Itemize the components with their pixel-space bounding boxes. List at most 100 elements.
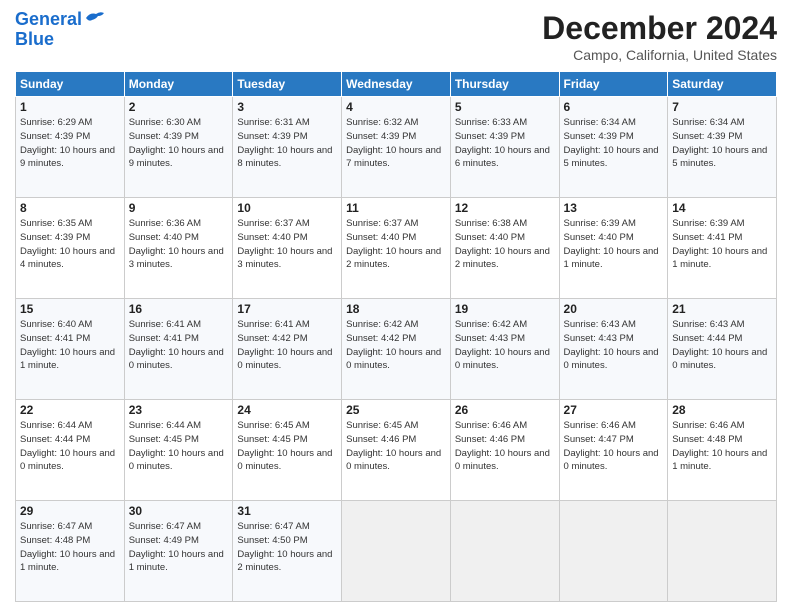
calendar-cell bbox=[559, 501, 668, 602]
day-info: Sunrise: 6:32 AMSunset: 4:39 PMDaylight:… bbox=[346, 117, 441, 169]
page: General Blue December 2024 Campo, Califo… bbox=[0, 0, 792, 612]
day-number: 22 bbox=[20, 403, 120, 417]
calendar-cell: 21 Sunrise: 6:43 AMSunset: 4:44 PMDaylig… bbox=[668, 299, 777, 400]
day-info: Sunrise: 6:44 AMSunset: 4:44 PMDaylight:… bbox=[20, 420, 115, 472]
day-info: Sunrise: 6:47 AMSunset: 4:50 PMDaylight:… bbox=[237, 521, 332, 573]
day-number: 29 bbox=[20, 504, 120, 518]
day-number: 13 bbox=[564, 201, 664, 215]
calendar-cell: 24 Sunrise: 6:45 AMSunset: 4:45 PMDaylig… bbox=[233, 400, 342, 501]
day-number: 21 bbox=[672, 302, 772, 316]
day-number: 12 bbox=[455, 201, 555, 215]
day-info: Sunrise: 6:40 AMSunset: 4:41 PMDaylight:… bbox=[20, 319, 115, 371]
day-number: 26 bbox=[455, 403, 555, 417]
logo-text: General bbox=[15, 10, 82, 30]
day-info: Sunrise: 6:39 AMSunset: 4:41 PMDaylight:… bbox=[672, 218, 767, 270]
title-block: December 2024 Campo, California, United … bbox=[542, 10, 777, 63]
day-number: 16 bbox=[129, 302, 229, 316]
day-number: 2 bbox=[129, 100, 229, 114]
calendar-week-row: 15 Sunrise: 6:40 AMSunset: 4:41 PMDaylig… bbox=[16, 299, 777, 400]
calendar-cell: 27 Sunrise: 6:46 AMSunset: 4:47 PMDaylig… bbox=[559, 400, 668, 501]
day-info: Sunrise: 6:34 AMSunset: 4:39 PMDaylight:… bbox=[564, 117, 659, 169]
day-number: 10 bbox=[237, 201, 337, 215]
calendar-cell: 15 Sunrise: 6:40 AMSunset: 4:41 PMDaylig… bbox=[16, 299, 125, 400]
day-info: Sunrise: 6:38 AMSunset: 4:40 PMDaylight:… bbox=[455, 218, 550, 270]
logo-text-blue: Blue bbox=[15, 30, 54, 50]
col-tuesday: Tuesday bbox=[233, 72, 342, 97]
calendar-cell: 29 Sunrise: 6:47 AMSunset: 4:48 PMDaylig… bbox=[16, 501, 125, 602]
calendar-cell bbox=[342, 501, 451, 602]
calendar-week-row: 1 Sunrise: 6:29 AMSunset: 4:39 PMDayligh… bbox=[16, 97, 777, 198]
calendar-table: Sunday Monday Tuesday Wednesday Thursday… bbox=[15, 71, 777, 602]
calendar-cell: 18 Sunrise: 6:42 AMSunset: 4:42 PMDaylig… bbox=[342, 299, 451, 400]
day-info: Sunrise: 6:37 AMSunset: 4:40 PMDaylight:… bbox=[346, 218, 441, 270]
bird-icon bbox=[84, 10, 106, 26]
day-number: 30 bbox=[129, 504, 229, 518]
calendar-cell: 26 Sunrise: 6:46 AMSunset: 4:46 PMDaylig… bbox=[450, 400, 559, 501]
col-thursday: Thursday bbox=[450, 72, 559, 97]
day-number: 7 bbox=[672, 100, 772, 114]
day-number: 15 bbox=[20, 302, 120, 316]
day-info: Sunrise: 6:46 AMSunset: 4:47 PMDaylight:… bbox=[564, 420, 659, 472]
day-info: Sunrise: 6:31 AMSunset: 4:39 PMDaylight:… bbox=[237, 117, 332, 169]
day-number: 18 bbox=[346, 302, 446, 316]
calendar-cell: 9 Sunrise: 6:36 AMSunset: 4:40 PMDayligh… bbox=[124, 198, 233, 299]
col-sunday: Sunday bbox=[16, 72, 125, 97]
col-monday: Monday bbox=[124, 72, 233, 97]
calendar-cell: 7 Sunrise: 6:34 AMSunset: 4:39 PMDayligh… bbox=[668, 97, 777, 198]
day-number: 25 bbox=[346, 403, 446, 417]
day-info: Sunrise: 6:45 AMSunset: 4:46 PMDaylight:… bbox=[346, 420, 441, 472]
calendar-header-row: Sunday Monday Tuesday Wednesday Thursday… bbox=[16, 72, 777, 97]
day-info: Sunrise: 6:46 AMSunset: 4:46 PMDaylight:… bbox=[455, 420, 550, 472]
day-number: 8 bbox=[20, 201, 120, 215]
calendar-cell: 2 Sunrise: 6:30 AMSunset: 4:39 PMDayligh… bbox=[124, 97, 233, 198]
col-wednesday: Wednesday bbox=[342, 72, 451, 97]
day-info: Sunrise: 6:44 AMSunset: 4:45 PMDaylight:… bbox=[129, 420, 224, 472]
day-number: 6 bbox=[564, 100, 664, 114]
calendar-cell bbox=[450, 501, 559, 602]
day-info: Sunrise: 6:34 AMSunset: 4:39 PMDaylight:… bbox=[672, 117, 767, 169]
calendar-cell: 25 Sunrise: 6:45 AMSunset: 4:46 PMDaylig… bbox=[342, 400, 451, 501]
day-number: 9 bbox=[129, 201, 229, 215]
day-info: Sunrise: 6:37 AMSunset: 4:40 PMDaylight:… bbox=[237, 218, 332, 270]
day-info: Sunrise: 6:43 AMSunset: 4:44 PMDaylight:… bbox=[672, 319, 767, 371]
calendar-cell: 13 Sunrise: 6:39 AMSunset: 4:40 PMDaylig… bbox=[559, 198, 668, 299]
day-info: Sunrise: 6:41 AMSunset: 4:42 PMDaylight:… bbox=[237, 319, 332, 371]
calendar-cell: 4 Sunrise: 6:32 AMSunset: 4:39 PMDayligh… bbox=[342, 97, 451, 198]
calendar-cell: 19 Sunrise: 6:42 AMSunset: 4:43 PMDaylig… bbox=[450, 299, 559, 400]
calendar-cell: 12 Sunrise: 6:38 AMSunset: 4:40 PMDaylig… bbox=[450, 198, 559, 299]
day-number: 31 bbox=[237, 504, 337, 518]
day-number: 4 bbox=[346, 100, 446, 114]
calendar-cell: 28 Sunrise: 6:46 AMSunset: 4:48 PMDaylig… bbox=[668, 400, 777, 501]
day-number: 27 bbox=[564, 403, 664, 417]
day-info: Sunrise: 6:30 AMSunset: 4:39 PMDaylight:… bbox=[129, 117, 224, 169]
day-number: 23 bbox=[129, 403, 229, 417]
header: General Blue December 2024 Campo, Califo… bbox=[15, 10, 777, 63]
day-info: Sunrise: 6:36 AMSunset: 4:40 PMDaylight:… bbox=[129, 218, 224, 270]
calendar-cell: 5 Sunrise: 6:33 AMSunset: 4:39 PMDayligh… bbox=[450, 97, 559, 198]
calendar-week-row: 29 Sunrise: 6:47 AMSunset: 4:48 PMDaylig… bbox=[16, 501, 777, 602]
day-info: Sunrise: 6:39 AMSunset: 4:40 PMDaylight:… bbox=[564, 218, 659, 270]
day-number: 11 bbox=[346, 201, 446, 215]
calendar-cell bbox=[668, 501, 777, 602]
month-title: December 2024 bbox=[542, 10, 777, 47]
day-info: Sunrise: 6:35 AMSunset: 4:39 PMDaylight:… bbox=[20, 218, 115, 270]
day-info: Sunrise: 6:46 AMSunset: 4:48 PMDaylight:… bbox=[672, 420, 767, 472]
day-info: Sunrise: 6:47 AMSunset: 4:48 PMDaylight:… bbox=[20, 521, 115, 573]
day-info: Sunrise: 6:29 AMSunset: 4:39 PMDaylight:… bbox=[20, 117, 115, 169]
calendar-week-row: 22 Sunrise: 6:44 AMSunset: 4:44 PMDaylig… bbox=[16, 400, 777, 501]
day-info: Sunrise: 6:43 AMSunset: 4:43 PMDaylight:… bbox=[564, 319, 659, 371]
calendar-cell: 17 Sunrise: 6:41 AMSunset: 4:42 PMDaylig… bbox=[233, 299, 342, 400]
calendar-cell: 1 Sunrise: 6:29 AMSunset: 4:39 PMDayligh… bbox=[16, 97, 125, 198]
col-friday: Friday bbox=[559, 72, 668, 97]
calendar-cell: 14 Sunrise: 6:39 AMSunset: 4:41 PMDaylig… bbox=[668, 198, 777, 299]
day-number: 5 bbox=[455, 100, 555, 114]
location: Campo, California, United States bbox=[542, 47, 777, 63]
day-number: 28 bbox=[672, 403, 772, 417]
logo: General Blue bbox=[15, 10, 106, 50]
calendar-cell: 6 Sunrise: 6:34 AMSunset: 4:39 PMDayligh… bbox=[559, 97, 668, 198]
day-info: Sunrise: 6:42 AMSunset: 4:43 PMDaylight:… bbox=[455, 319, 550, 371]
day-number: 3 bbox=[237, 100, 337, 114]
day-info: Sunrise: 6:33 AMSunset: 4:39 PMDaylight:… bbox=[455, 117, 550, 169]
day-info: Sunrise: 6:47 AMSunset: 4:49 PMDaylight:… bbox=[129, 521, 224, 573]
calendar-cell: 11 Sunrise: 6:37 AMSunset: 4:40 PMDaylig… bbox=[342, 198, 451, 299]
